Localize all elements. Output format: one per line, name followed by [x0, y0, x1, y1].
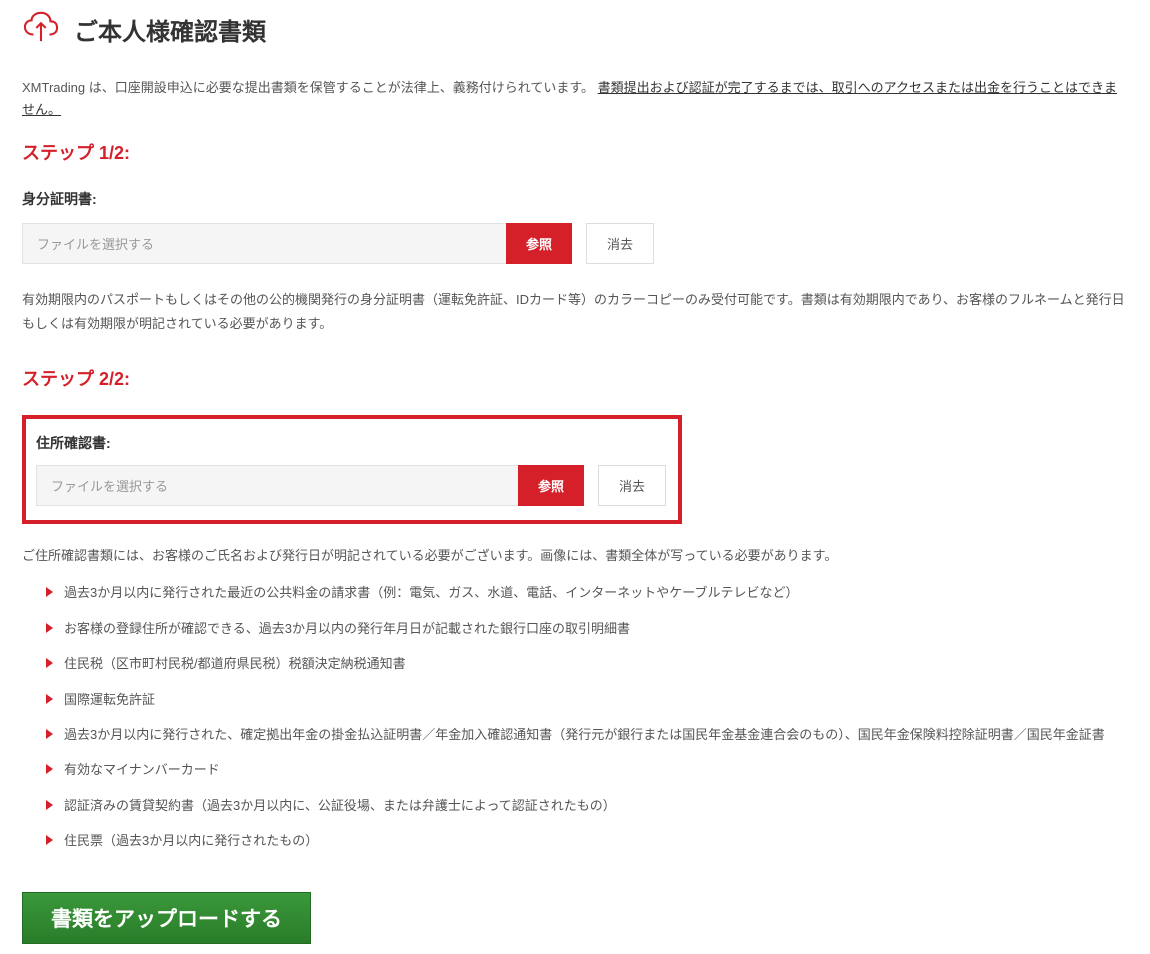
address-doc-list: 過去3か月以内に発行された最近の公共料金の請求書（例：電気、ガス、水道、電話、イ…	[22, 581, 1128, 852]
id-clear-button[interactable]: 消去	[586, 223, 654, 264]
id-document-label: 身分証明書:	[22, 189, 1128, 209]
address-document-label: 住所確認書:	[36, 433, 668, 453]
page-title: ご本人様確認書類	[74, 12, 266, 47]
address-document-section: 住所確認書: ファイルを選択する 参照 消去	[22, 415, 682, 524]
id-browse-button[interactable]: 参照	[506, 223, 572, 264]
address-file-row: ファイルを選択する 参照 消去	[36, 465, 668, 506]
page-header: ご本人様確認書類	[22, 10, 1128, 49]
intro-text: XMTrading は、口座開設申込に必要な提出書類を保管することが法律上、義務…	[22, 77, 1128, 121]
id-file-row: ファイルを選択する 参照 消去	[22, 223, 1128, 264]
upload-submit-button[interactable]: 書類をアップロードする	[22, 892, 311, 944]
list-item: 過去3か月以内に発行された、確定拠出年金の掛金払込証明書／年金加入確認通知書（発…	[46, 723, 1128, 746]
list-item: 有効なマイナンバーカード	[46, 758, 1128, 781]
step2-heading: ステップ 2/2:	[22, 365, 1128, 391]
list-item: 住民票（過去3か月以内に発行されたもの）	[46, 829, 1128, 852]
address-browse-button[interactable]: 参照	[518, 465, 584, 506]
address-list-intro: ご住所確認書類には、お客様のご氏名および発行日が明記されている必要がございます。…	[22, 544, 1128, 567]
id-file-input-wrap: ファイルを選択する 参照	[22, 223, 572, 264]
list-item: お客様の登録住所が確認できる、過去3か月以内の発行年月日が記載された銀行口座の取…	[46, 617, 1128, 640]
list-item: 過去3か月以内に発行された最近の公共料金の請求書（例：電気、ガス、水道、電話、イ…	[46, 581, 1128, 604]
step1-heading: ステップ 1/2:	[22, 139, 1128, 165]
address-file-input-wrap: ファイルを選択する 参照	[36, 465, 584, 506]
upload-icon	[22, 10, 60, 49]
id-file-input[interactable]: ファイルを選択する	[22, 223, 506, 264]
intro-prefix: XMTrading は、口座開設申込に必要な提出書類を保管することが法律上、義務…	[22, 80, 598, 95]
list-item: 認証済みの賃貸契約書（過去3か月以内に、公証役場、または弁護士によって認証された…	[46, 794, 1128, 817]
list-item: 国際運転免許証	[46, 688, 1128, 711]
address-file-input[interactable]: ファイルを選択する	[36, 465, 518, 506]
id-description: 有効期限内のパスポートもしくはその他の公的機関発行の身分証明書（運転免許証、ID…	[22, 288, 1128, 335]
list-item: 住民税（区市町村民税/都道府県民税）税額決定納税通知書	[46, 652, 1128, 675]
id-document-section: 身分証明書: ファイルを選択する 参照 消去 有効期限内のパスポートもしくはその…	[22, 189, 1128, 335]
address-clear-button[interactable]: 消去	[598, 465, 666, 506]
